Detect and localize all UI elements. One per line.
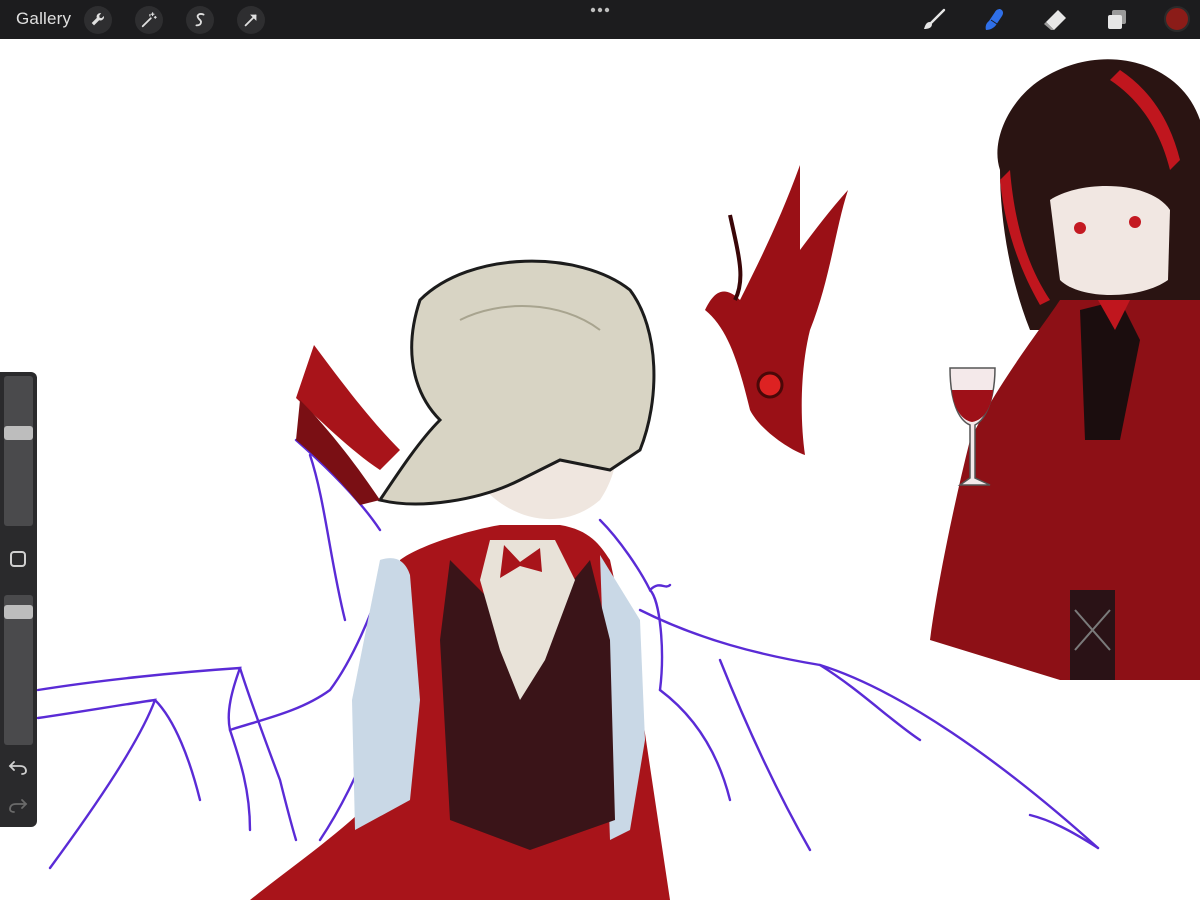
brush-size-thumb[interactable] xyxy=(4,426,33,440)
color-swatch-button[interactable] xyxy=(1164,6,1190,32)
reference-character xyxy=(930,59,1200,680)
smudge-finger-icon[interactable] xyxy=(980,6,1008,34)
selection-button[interactable] xyxy=(186,6,214,34)
top-toolbar: Gallery xyxy=(0,0,1200,39)
layers-icon[interactable] xyxy=(1103,6,1131,34)
brush-sidebar xyxy=(0,372,37,827)
brush-icon[interactable] xyxy=(920,6,948,34)
brush-size-slider[interactable] xyxy=(4,376,33,526)
opacity-slider[interactable] xyxy=(4,595,33,745)
ellipsis-icon[interactable] xyxy=(588,4,612,16)
transform-button[interactable] xyxy=(237,6,265,34)
magic-wand-icon xyxy=(141,12,157,28)
square-modify-icon[interactable] xyxy=(10,551,26,567)
redo-icon[interactable] xyxy=(8,796,28,814)
artwork xyxy=(36,59,1200,900)
opacity-thumb[interactable] xyxy=(4,605,33,619)
gallery-button[interactable]: Gallery xyxy=(16,9,71,29)
wrench-icon xyxy=(91,13,104,26)
selection-s-icon xyxy=(195,13,205,27)
adjustments-button[interactable] xyxy=(135,6,163,34)
left-character xyxy=(250,259,670,900)
eraser-icon[interactable] xyxy=(1041,6,1069,34)
undo-icon[interactable] xyxy=(8,758,28,776)
actions-button[interactable] xyxy=(84,6,112,34)
transform-arrow-icon xyxy=(244,14,257,27)
red-wing-fragment xyxy=(705,165,848,455)
drawing-canvas[interactable] xyxy=(0,39,1200,900)
